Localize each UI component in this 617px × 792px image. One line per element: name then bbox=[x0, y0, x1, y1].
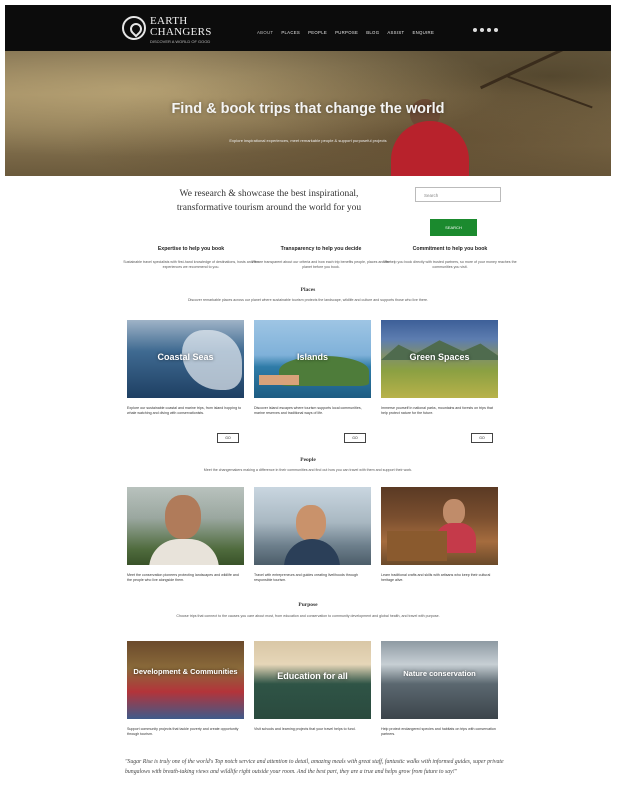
logo-tagline: DISCOVER A WORLD OF GOOD bbox=[150, 39, 211, 44]
nav-item-assist[interactable]: ASSIST bbox=[387, 30, 404, 35]
purpose-image[interactable]: Education for all bbox=[254, 641, 371, 719]
purpose-card-development[interactable]: Development & Communities Support commun… bbox=[127, 641, 244, 737]
purpose-text: Choose trips that connect to the causes … bbox=[176, 614, 440, 618]
pinterest-icon[interactable] bbox=[494, 28, 498, 32]
hero-banner: Find & book trips that change the world … bbox=[5, 51, 611, 176]
purpose-card-conservation[interactable]: Nature conservation Help protect endange… bbox=[381, 641, 498, 737]
nav-item-about[interactable]: ABOUT bbox=[257, 30, 273, 35]
heart-globe-icon bbox=[122, 16, 146, 40]
person-card-2[interactable]: Travel with entrepreneurs and guides cre… bbox=[254, 487, 371, 583]
page: EARTH CHANGERS DISCOVER A WORLD OF GOOD A… bbox=[5, 5, 611, 792]
places-text: Discover remarkable places across our pl… bbox=[187, 298, 429, 302]
place-image[interactable]: Islands bbox=[254, 320, 371, 398]
logo[interactable]: EARTH CHANGERS DISCOVER A WORLD OF GOOD bbox=[122, 14, 217, 44]
testimonial-quote: "Sugar Rise is truly one of the world's … bbox=[125, 759, 504, 775]
place-card-coastal[interactable]: Coastal Seas Explore our sustainable coa… bbox=[127, 320, 244, 416]
places-title: Places bbox=[300, 287, 316, 293]
nav-item-people[interactable]: PEOPLE bbox=[308, 30, 327, 35]
place-coastal-go-button[interactable]: GO bbox=[217, 433, 239, 443]
twitter-icon[interactable] bbox=[473, 28, 477, 32]
main-nav: ABOUT PLACES PEOPLE PURPOSE BLOG ASSIST … bbox=[257, 30, 434, 35]
value-transparency: Transparency to help you decide We are t… bbox=[251, 246, 391, 269]
search-button[interactable]: SEARCH bbox=[430, 219, 477, 236]
purpose-image[interactable]: Development & Communities bbox=[127, 641, 244, 719]
hero-title: Find & book trips that change the world bbox=[171, 101, 445, 117]
nav-item-blog[interactable]: BLOG bbox=[366, 30, 379, 35]
person-image[interactable] bbox=[127, 487, 244, 565]
facebook-icon[interactable] bbox=[480, 28, 484, 32]
top-bar: EARTH CHANGERS DISCOVER A WORLD OF GOOD A… bbox=[5, 5, 611, 51]
place-card-green[interactable]: Green Spaces Immerse yourself in nationa… bbox=[381, 320, 498, 416]
place-green-go-button[interactable]: GO bbox=[471, 433, 493, 443]
place-card-islands[interactable]: Islands Discover island escapes where to… bbox=[254, 320, 371, 416]
social-links bbox=[473, 28, 498, 32]
person-card-3[interactable]: Learn traditional crafts and skills with… bbox=[381, 487, 498, 583]
value-expertise: Expertise to help you book Sustainable t… bbox=[123, 246, 259, 269]
nav-item-purpose[interactable]: PURPOSE bbox=[335, 30, 358, 35]
person-image[interactable] bbox=[254, 487, 371, 565]
logo-text: EARTH CHANGERS bbox=[150, 15, 212, 38]
purpose-card-education[interactable]: Education for all Visit schools and lear… bbox=[254, 641, 371, 732]
purpose-image[interactable]: Nature conservation bbox=[381, 641, 498, 719]
place-image[interactable]: Coastal Seas bbox=[127, 320, 244, 398]
value-commitment: Commitment to help you book We help you … bbox=[383, 246, 517, 269]
people-text: Meet the changemakers making a differenc… bbox=[203, 468, 413, 472]
person-image[interactable] bbox=[381, 487, 498, 565]
nav-item-enquire[interactable]: ENQUIRE bbox=[412, 30, 434, 35]
nav-item-places[interactable]: PLACES bbox=[281, 30, 300, 35]
place-islands-go-button[interactable]: GO bbox=[344, 433, 366, 443]
people-title: People bbox=[300, 457, 316, 463]
person-card-1[interactable]: Meet the conservation pioneers protectin… bbox=[127, 487, 244, 583]
intro-text: We research & showcase the best inspirat… bbox=[176, 189, 362, 213]
purpose-title: Purpose bbox=[298, 602, 318, 608]
place-image[interactable]: Green Spaces bbox=[381, 320, 498, 398]
instagram-icon[interactable] bbox=[487, 28, 491, 32]
search-input[interactable]: Search bbox=[415, 187, 501, 202]
hero-subtitle: Explore inspirational experiences, meet … bbox=[229, 138, 387, 143]
